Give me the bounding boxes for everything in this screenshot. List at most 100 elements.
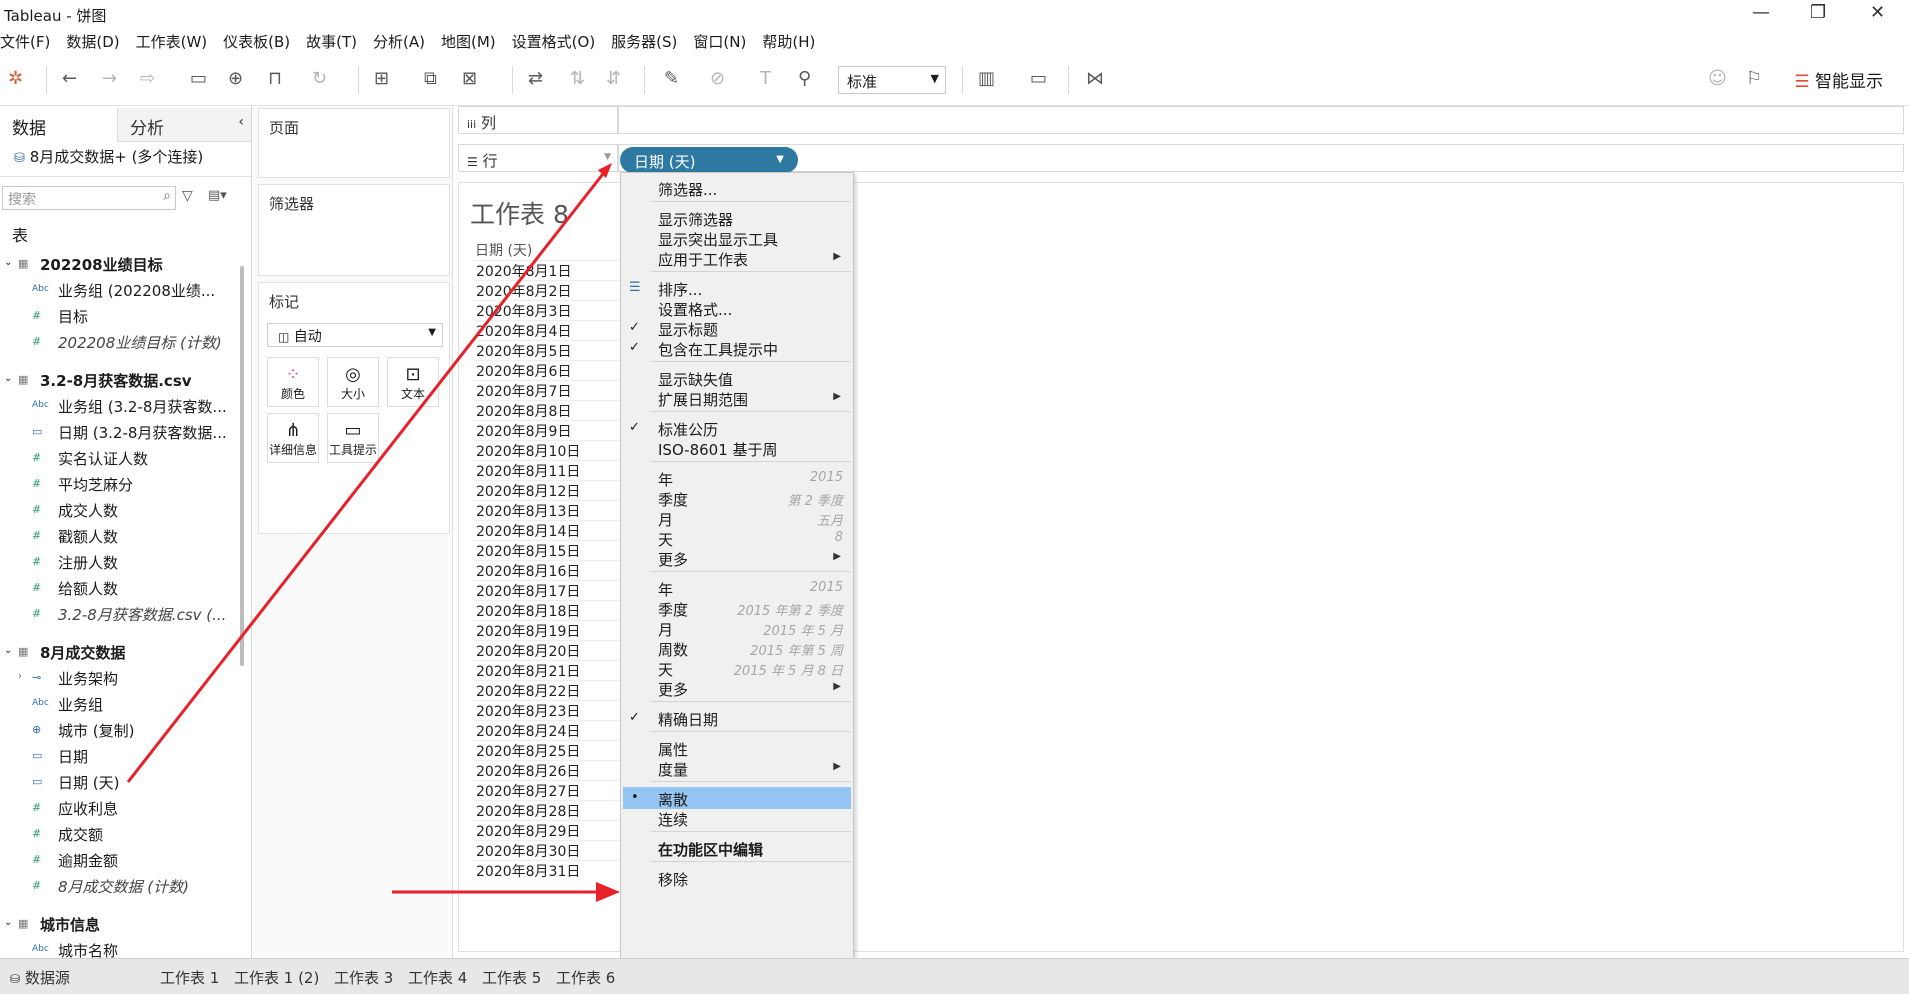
menu-analysis[interactable]: 分析(A) [373, 31, 425, 52]
chevron-down-icon[interactable]: ⌄ [4, 645, 12, 656]
field-item[interactable]: # 给额人数 [0, 576, 232, 600]
menu-sort[interactable]: ☰ 排序... [621, 277, 853, 299]
maximize-icon[interactable]: ❐ [1810, 2, 1826, 23]
menu-attribute[interactable]: 属性 [621, 737, 853, 759]
field-item[interactable]: # 戳额人数 [0, 524, 232, 548]
chevron-down-icon[interactable]: ⌄ [4, 917, 12, 928]
field-item[interactable]: # 目标 [0, 304, 232, 328]
menu-map[interactable]: 地图(M) [441, 31, 496, 52]
filters-card[interactable]: 筛选器 [258, 184, 450, 276]
date-row[interactable]: 2020年8月4日 [474, 320, 620, 340]
menu-iso-week[interactable]: ISO-8601 基于周 [621, 437, 853, 459]
group-icon[interactable]: ⊘ [710, 68, 725, 89]
date-row[interactable]: 2020年8月16日 [474, 560, 620, 580]
menu-worksheet[interactable]: 工作表(W) [136, 31, 208, 52]
menu-part-more[interactable]: 更多 ▶ [621, 547, 853, 569]
pin-icon[interactable]: ⚲ [798, 68, 811, 89]
field-item[interactable]: # 实名认证人数 [0, 446, 232, 470]
ask-data-icon[interactable]: ☺ [1708, 68, 1727, 89]
date-row[interactable]: 2020年8月30日 [474, 840, 620, 860]
menu-discrete[interactable]: • 离散 [623, 787, 851, 809]
text-button[interactable]: ⊡ 文本 [387, 357, 439, 407]
menu-file[interactable]: 文件(F) [0, 31, 50, 52]
field-item[interactable]: ▭ 日期 [0, 744, 232, 768]
field-item[interactable]: # 注册人数 [0, 550, 232, 574]
menu-measure[interactable]: 度量 ▶ [621, 757, 853, 779]
fit-select[interactable]: 标准 ▼ [838, 66, 946, 94]
field-item[interactable]: ▭ 日期 (3.2-8月获客数据... [0, 420, 232, 444]
date-row[interactable]: 2020年8月29日 [474, 820, 620, 840]
field-item[interactable]: ▭ 日期 (天) [0, 770, 232, 794]
date-row[interactable]: 2020年8月7日 [474, 380, 620, 400]
undo-icon[interactable]: ← [62, 68, 77, 89]
close-icon[interactable]: ✕ [1870, 2, 1885, 23]
tab-sheet-3[interactable]: 工作表 3 [326, 965, 401, 990]
field-item[interactable]: Abc 城市名称 [0, 938, 232, 958]
new-datasource-icon[interactable]: ⊕ [228, 68, 243, 89]
date-row[interactable]: 2020年8月20日 [474, 640, 620, 660]
size-button[interactable]: ◎ 大小 [327, 357, 379, 407]
date-row[interactable]: 2020年8月15日 [474, 540, 620, 560]
date-row[interactable]: 2020年8月26日 [474, 760, 620, 780]
date-day-pill[interactable]: 日期 (天) ▼ [620, 147, 798, 173]
menu-dashboard[interactable]: 仪表板(B) [223, 31, 290, 52]
smart-show-button[interactable]: ☰ 智能显示 [1794, 67, 1883, 92]
columns-shelf[interactable] [618, 106, 1904, 134]
menu-format[interactable]: 设置格式... [621, 297, 853, 319]
date-row[interactable]: 2020年8月8日 [474, 400, 620, 420]
field-item[interactable]: Abc 业务组 [0, 692, 232, 716]
date-row[interactable]: 2020年8月31日 [474, 860, 620, 880]
date-row[interactable]: 2020年8月2日 [474, 280, 620, 300]
chevron-down-icon[interactable]: ⌄ [4, 257, 12, 268]
date-row[interactable]: 2020年8月28日 [474, 800, 620, 820]
menu-data[interactable]: 数据(D) [66, 31, 119, 52]
sort-desc-icon[interactable]: ⇵ [606, 68, 621, 89]
detail-button[interactable]: ⋔ 详细信息 [267, 413, 319, 463]
menu-filter[interactable]: 筛选器... [621, 177, 853, 199]
presentation-icon[interactable]: ▭ [1030, 68, 1047, 89]
menu-part-quarter[interactable]: 季度第 2 季度 [621, 487, 853, 509]
highlight-icon[interactable]: ✎ [664, 68, 679, 89]
clear-sheet-icon[interactable]: ⊠ [462, 68, 477, 89]
field-item[interactable]: ⊕ 城市 (复制) [0, 718, 232, 742]
menu-part-day[interactable]: 天8 [621, 527, 853, 549]
caret-down-icon[interactable]: ▼ [776, 154, 784, 165]
share-icon[interactable]: ⋈ [1086, 68, 1104, 89]
rows-shelf[interactable] [618, 144, 1904, 172]
menu-show-filter[interactable]: 显示筛选器 [621, 207, 853, 229]
pages-card[interactable]: 页面 [258, 108, 450, 178]
menu-show-highlighter[interactable]: 显示突出显示工具 [621, 227, 853, 249]
field-item[interactable]: #202208业绩目标 (计数) [0, 330, 232, 354]
field-item[interactable]: #3.2-8月获客数据.csv (... [0, 602, 232, 626]
table-group-header[interactable]: ⌄ ▦ 202208业绩目标 [0, 252, 236, 276]
duplicate-sheet-icon[interactable]: ⧉ [424, 68, 437, 89]
menu-continuous[interactable]: 连续 [621, 807, 853, 829]
redo-icon[interactable]: → [102, 68, 117, 89]
date-row[interactable]: 2020年8月18日 [474, 600, 620, 620]
date-row[interactable]: 2020年8月3日 [474, 300, 620, 320]
tableau-logo-icon[interactable]: ✲ [8, 68, 23, 89]
menu-help[interactable]: 帮助(H) [762, 31, 815, 52]
date-row[interactable]: 2020年8月19日 [474, 620, 620, 640]
date-row[interactable]: 2020年8月11日 [474, 460, 620, 480]
date-row[interactable]: 2020年8月17日 [474, 580, 620, 600]
datasource-item[interactable]: ⛁ 8月成交数据+ (多个连接) [14, 146, 203, 167]
date-row[interactable]: 2020年8月25日 [474, 740, 620, 760]
marks-type-select[interactable]: ◫ 自动 ▼ [267, 323, 443, 347]
pause-updates-icon[interactable]: ⊓ [268, 68, 282, 89]
tab-analysis[interactable]: 分析 ‹ [118, 108, 251, 142]
field-item[interactable]: # 成交额 [0, 822, 232, 846]
scrollbar[interactable] [240, 266, 244, 666]
menu-include-tooltip[interactable]: ✓ 包含在工具提示中 [621, 337, 853, 359]
save-icon[interactable]: ▭ [190, 68, 207, 89]
filter-icon[interactable]: ▽ [182, 188, 193, 204]
show-cards-icon[interactable]: ▥ [978, 68, 995, 89]
menu-val-quarter[interactable]: 季度 2015 年第 2 季度 [621, 597, 853, 619]
field-item[interactable]: # 应收利息 [0, 796, 232, 820]
menu-val-year[interactable]: 年 2015 [621, 577, 853, 599]
date-row[interactable]: 2020年8月24日 [474, 720, 620, 740]
format-brush-icon[interactable]: ⚐ [1746, 68, 1762, 89]
menu-story[interactable]: 故事(T) [306, 31, 357, 52]
menu-extend-range[interactable]: 扩展日期范围 ▶ [621, 387, 853, 409]
labels-icon[interactable]: T [760, 68, 771, 89]
